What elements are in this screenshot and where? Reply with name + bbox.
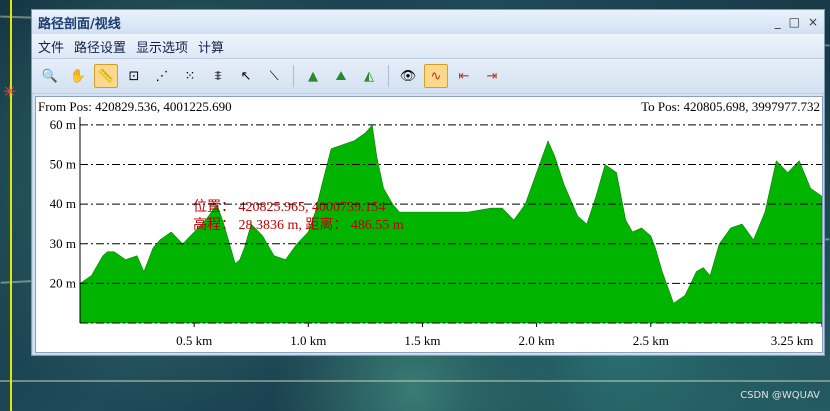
visibility-icon[interactable]: ◭: [357, 64, 381, 88]
position-marker-icon: ✳: [3, 82, 17, 101]
terrain-icon[interactable]: ⛰: [329, 64, 353, 88]
grid-select-icon[interactable]: ⊡: [122, 64, 146, 88]
menubar: 文件 路径设置 显示选项 计算: [32, 34, 824, 59]
annotation-position: 位置： 420825.965, 4000739.154: [193, 199, 386, 215]
x-tick-label: 1.0 km: [290, 333, 326, 348]
y-tick-label: 30 m: [50, 236, 76, 251]
line-icon[interactable]: ⟍: [262, 64, 286, 88]
pointer-icon[interactable]: ↖: [234, 64, 258, 88]
menu-display-options[interactable]: 显示选项: [136, 37, 188, 56]
ruler-icon[interactable]: 📏: [94, 64, 118, 88]
elevation-area: [79, 124, 822, 324]
watermark: CSDN @WQUAV: [740, 390, 820, 401]
profile-window: 路径剖面/视线 _ □ × 文件 路径设置 显示选项 计算 🔍 ✋ 📏 ⊡ ⋰ …: [31, 9, 825, 356]
toolbar-separator: [293, 65, 294, 87]
menu-path-settings[interactable]: 路径设置: [74, 37, 126, 56]
align-icon[interactable]: ⩨: [206, 64, 230, 88]
toolbar: 🔍 ✋ 📏 ⊡ ⋰ ⁙ ⩨ ↖ ⟍ ▲ ⛰ ◭ 👁 ∿ ⇤ ⇥: [32, 59, 824, 94]
x-tick-label: 3.25 km: [771, 333, 814, 348]
x-tick-label: 1.5 km: [404, 333, 440, 348]
y-tick-label: 20 m: [50, 275, 76, 290]
minimize-button[interactable]: _: [775, 15, 781, 29]
zoom-icon[interactable]: 🔍: [38, 64, 62, 88]
annotation-elevation: 高程： 28.3836 m, 距离： 486.55 m: [193, 216, 404, 233]
toolbar-separator: [388, 65, 389, 87]
profile-plot: From Pos: 420829.536, 4001225.690 To Pos…: [35, 96, 823, 353]
back-icon[interactable]: ⇤: [452, 64, 476, 88]
hand-pan-icon[interactable]: ✋: [66, 64, 90, 88]
maximize-button[interactable]: □: [789, 15, 800, 29]
curve-icon[interactable]: ∿: [424, 64, 448, 88]
distribute-icon[interactable]: ⁙: [178, 64, 202, 88]
close-button[interactable]: ×: [808, 15, 818, 29]
point-select-icon[interactable]: ⋰: [150, 64, 174, 88]
menu-compute[interactable]: 计算: [198, 37, 224, 56]
menu-file[interactable]: 文件: [38, 37, 64, 56]
path-line: [10, 0, 12, 411]
profile-chart: 位置： 420825.965, 4000739.154 高程： 28.3836 …: [50, 117, 822, 348]
y-tick-label: 50 m: [50, 157, 76, 172]
x-tick-label: 2.5 km: [633, 333, 669, 348]
x-tick-label: 0.5 km: [176, 333, 212, 348]
forward-icon[interactable]: ⇥: [480, 64, 504, 88]
eye-icon[interactable]: 👁: [396, 64, 420, 88]
y-tick-label: 60 m: [50, 117, 76, 132]
titlebar: 路径剖面/视线 _ □ ×: [32, 10, 824, 34]
profile-icon[interactable]: ▲: [301, 64, 325, 88]
y-tick-label: 40 m: [50, 196, 76, 211]
x-tick-label: 2.0 km: [519, 333, 555, 348]
window-title: 路径剖面/视线: [38, 16, 121, 32]
